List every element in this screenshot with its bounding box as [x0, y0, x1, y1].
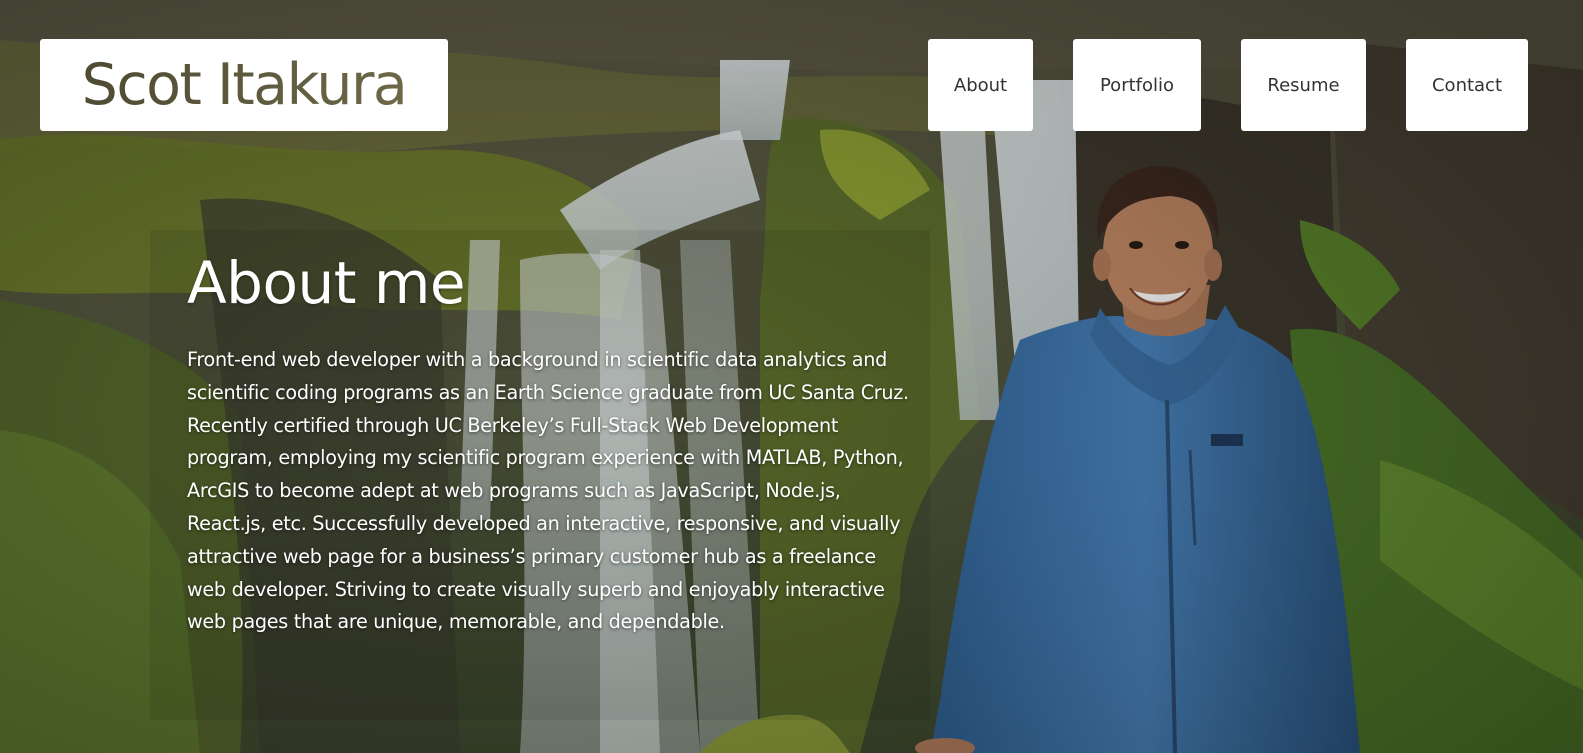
about-section: About me Front-end web developer with a …: [187, 248, 917, 639]
about-title: About me: [187, 249, 466, 317]
brand-card[interactable]: Scot Itakura: [40, 39, 448, 131]
brand-name: Scot Itakura: [81, 51, 408, 118]
nav-resume-button[interactable]: Resume: [1241, 39, 1366, 131]
nav-portfolio-button[interactable]: Portfolio: [1073, 39, 1201, 131]
nav-contact-button[interactable]: Contact: [1406, 39, 1528, 131]
about-description: Front-end web developer with a backgroun…: [187, 348, 909, 634]
nav-about-button[interactable]: About: [928, 39, 1033, 131]
